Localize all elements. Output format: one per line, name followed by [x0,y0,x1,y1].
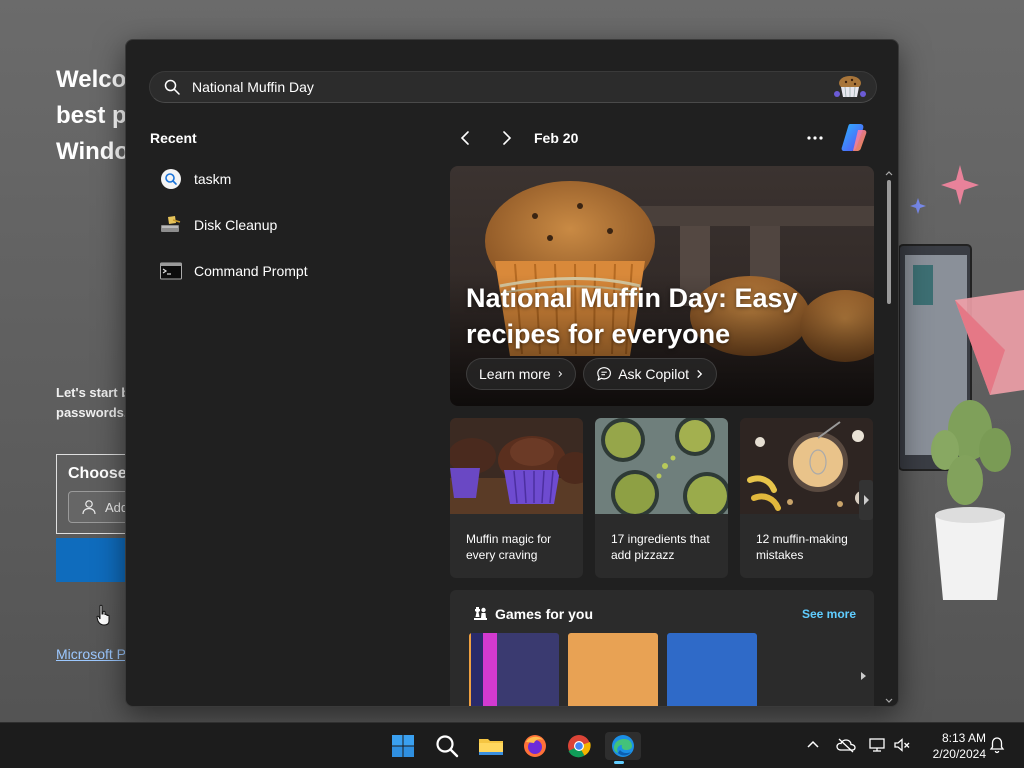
search-icon [160,168,182,190]
background-choose-label: Choose [68,465,127,482]
chevron-right-icon [503,131,512,145]
chevron-left-icon [460,131,469,145]
firefox-icon [524,735,546,757]
search-box[interactable] [149,71,877,103]
recent-heading: Recent [150,130,197,146]
clock[interactable]: 8:13 AM 2/20/2024 [916,730,986,762]
network-icon [869,738,885,752]
onedrive-button[interactable] [836,736,856,754]
search-icon [164,79,180,95]
game-tile[interactable] [469,633,559,706]
firefox-button[interactable] [521,732,549,760]
chrome-icon [568,735,591,758]
hero-card[interactable]: National Muffin Day: Easy recipes for ev… [450,166,874,406]
games-scroll-right-button[interactable] [858,662,868,690]
search-panel: Recent taskm Disk Cleanup Command Prompt… [125,39,899,707]
edge-icon [612,735,634,757]
user-icon [81,499,97,515]
recent-item-label: taskm [194,171,232,187]
ask-copilot-label: Ask Copilot [618,366,689,382]
windows-logo-icon [392,735,414,757]
card-image-baking-ingredients [740,418,873,514]
notifications-button[interactable] [988,736,1006,754]
chess-pieces-icon [472,605,488,621]
scrollbar-thumb[interactable] [887,180,891,304]
volume-muted-icon [894,738,910,752]
news-card[interactable]: Muffin magic for every craving [450,418,583,578]
search-icon [436,735,459,758]
command-prompt-icon [160,260,182,282]
previous-day-button[interactable] [456,128,476,148]
news-card[interactable]: 12 muffin-making mistakes [740,418,873,578]
folder-icon [479,739,503,755]
more-options-button[interactable] [804,128,826,148]
news-card[interactable]: 17 ingredients that add pizzazz [595,418,728,578]
hero-title: National Muffin Day: Easy recipes for ev… [466,283,798,349]
games-section: Games for you See more [450,590,874,706]
highlights-date: Feb 20 [534,130,579,146]
taskbar-search-button[interactable] [433,732,461,760]
chrome-button[interactable] [565,732,593,760]
recent-item-command-prompt[interactable]: Command Prompt [150,253,420,289]
recent-item-disk-cleanup[interactable]: Disk Cleanup [150,207,420,243]
games-heading: Games for you [495,606,594,622]
card-title: 17 ingredients that add pizzazz [611,532,710,562]
cloud-offline-icon [836,738,856,753]
volume-button[interactable] [893,736,911,754]
show-hidden-icons-button[interactable] [804,736,822,754]
chevron-right-icon [697,369,703,379]
search-input[interactable] [192,76,812,98]
see-more-link[interactable]: See more [802,607,856,621]
background-link: Microsoft P [56,646,127,662]
clock-time: 8:13 AM [941,731,986,745]
recent-item-label: Command Prompt [194,263,308,279]
hand-cursor-icon [96,604,110,626]
recent-item-label: Disk Cleanup [194,217,278,233]
muffin-doodle-icon[interactable] [832,74,868,100]
card-title: Muffin magic for every craving [466,532,552,562]
game-tile[interactable] [568,633,658,706]
taskbar: 8:13 AM 2/20/2024 [0,722,1024,768]
chevron-right-icon [558,371,562,377]
file-explorer-button[interactable] [477,732,505,760]
learn-more-button[interactable]: Learn more [466,358,576,390]
ask-copilot-button[interactable]: Ask Copilot [583,358,717,390]
more-icon [807,136,823,140]
card-image-pistachio-bites [595,418,728,514]
game-tile[interactable] [667,633,757,706]
caret-right-icon [864,495,869,505]
learn-more-label: Learn more [479,366,551,382]
chat-bubble-icon [597,367,611,381]
edge-button[interactable] [605,732,641,764]
card-image-chocolate-muffins [450,418,583,514]
caret-right-icon [861,672,866,680]
disk-cleanup-icon [160,214,182,236]
copilot-icon[interactable] [838,121,870,153]
chevron-up-icon [807,740,819,748]
card-title: 12 muffin-making mistakes [756,532,848,562]
clock-date: 2/20/2024 [932,747,986,761]
next-day-button[interactable] [496,128,516,148]
network-button[interactable] [868,736,886,754]
decorative-3d-illustration [895,160,1024,610]
cards-scroll-right-button[interactable] [859,480,873,520]
recent-item-taskm[interactable]: taskm [150,161,420,197]
start-button[interactable] [389,732,417,760]
bell-icon [989,737,1005,754]
